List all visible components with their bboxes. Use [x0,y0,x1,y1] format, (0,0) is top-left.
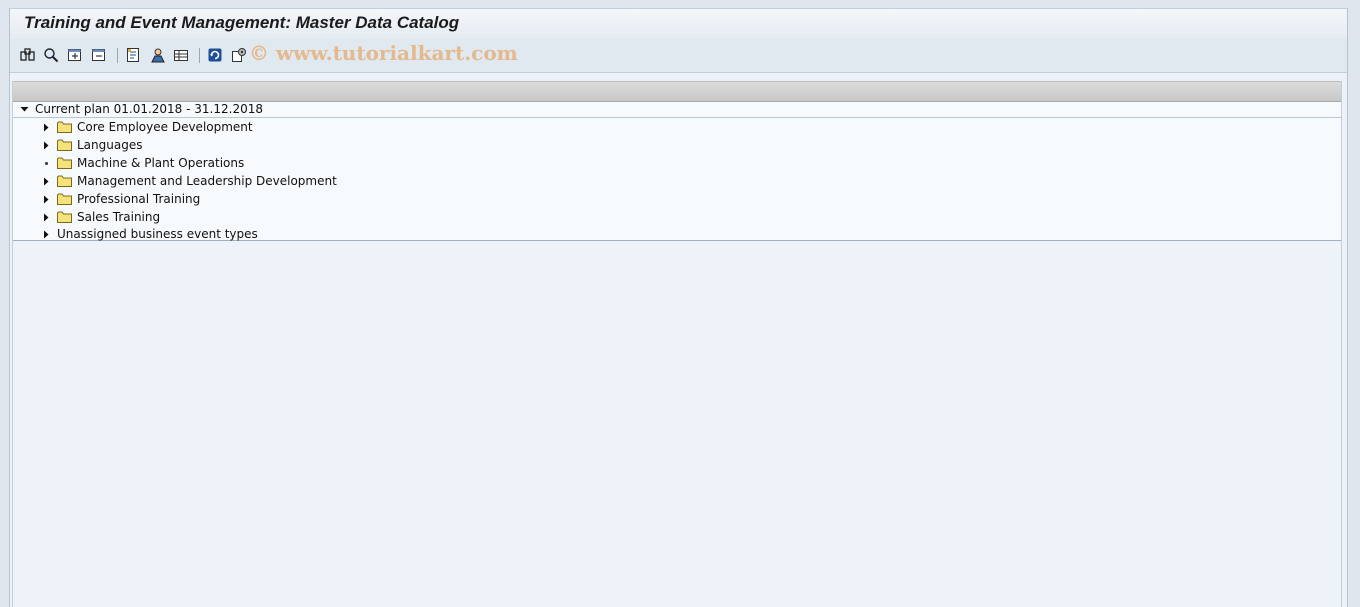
expand-arrow-icon[interactable] [41,194,51,204]
display-icon[interactable] [18,45,38,65]
tree-item-label: Languages [77,138,143,152]
application-toolbar: © www.tutorialkart.com [10,39,1347,73]
catalog-panel: Current plan 01.01.2018 - 31.12.2018 Cor… [12,81,1342,607]
tree-item-languages[interactable]: Languages [41,136,142,154]
tree-item-machine-plant-operations[interactable]: Machine & Plant Operations [41,154,244,172]
expand-arrow-icon[interactable] [41,176,51,186]
tree-item-core-employee-development[interactable]: Core Employee Development [41,118,253,136]
collapse-arrow-icon[interactable] [19,104,29,114]
tree-item-management-leadership-development[interactable]: Management and Leadership Development [41,172,337,190]
find-icon[interactable] [41,45,61,65]
expand-arrow-icon[interactable] [41,122,51,132]
page-title: Training and Event Management: Master Da… [24,13,460,32]
folder-icon [57,211,72,223]
expand-arrow-icon[interactable] [41,212,51,222]
tree-root-label: Current plan 01.01.2018 - 31.12.2018 [35,102,263,116]
folder-icon [57,121,72,133]
expand-arrow-icon[interactable] [41,140,51,150]
folder-icon [57,175,72,187]
collapse-all-icon[interactable] [89,45,109,65]
person-icon[interactable] [148,45,168,65]
details-icon[interactable] [123,45,143,65]
folder-icon [57,139,72,151]
list-icon[interactable] [171,45,191,65]
folder-icon [57,193,72,205]
catalog-tree: Current plan 01.01.2018 - 31.12.2018 Cor… [13,102,1341,241]
expand-arrow-icon[interactable] [41,229,51,239]
tree-item-label: Sales Training [77,210,161,224]
main-window: Training and Event Management: Master Da… [9,8,1348,607]
title-bar: Training and Event Management: Master Da… [10,8,1347,40]
refresh-icon[interactable] [205,45,225,65]
tree-item-label: Machine & Plant Operations [77,156,245,170]
tree-item-label: Management and Leadership Development [77,174,337,188]
settings-icon[interactable] [229,45,249,65]
tree-item-sales-training[interactable]: Sales Training [41,208,160,226]
tree-item-label: Core Employee Development [77,120,253,134]
toolbar-separator [199,48,200,63]
leaf-dot-icon [41,158,51,168]
tree-root[interactable]: Current plan 01.01.2018 - 31.12.2018 [19,100,263,118]
tree-item-professional-training[interactable]: Professional Training [41,190,200,208]
tree-item-label: Unassigned business event types [57,227,258,241]
tree-item-unassigned-event-types[interactable]: Unassigned business event types [41,225,258,243]
tree-item-label: Professional Training [77,192,201,206]
expand-all-icon[interactable] [65,45,85,65]
watermark-text: © www.tutorialkart.com [249,41,518,65]
folder-icon [57,157,72,169]
tree-root-row: Current plan 01.01.2018 - 31.12.2018 [13,102,1341,118]
toolbar-separator [117,48,118,63]
panel-header [13,81,1341,102]
